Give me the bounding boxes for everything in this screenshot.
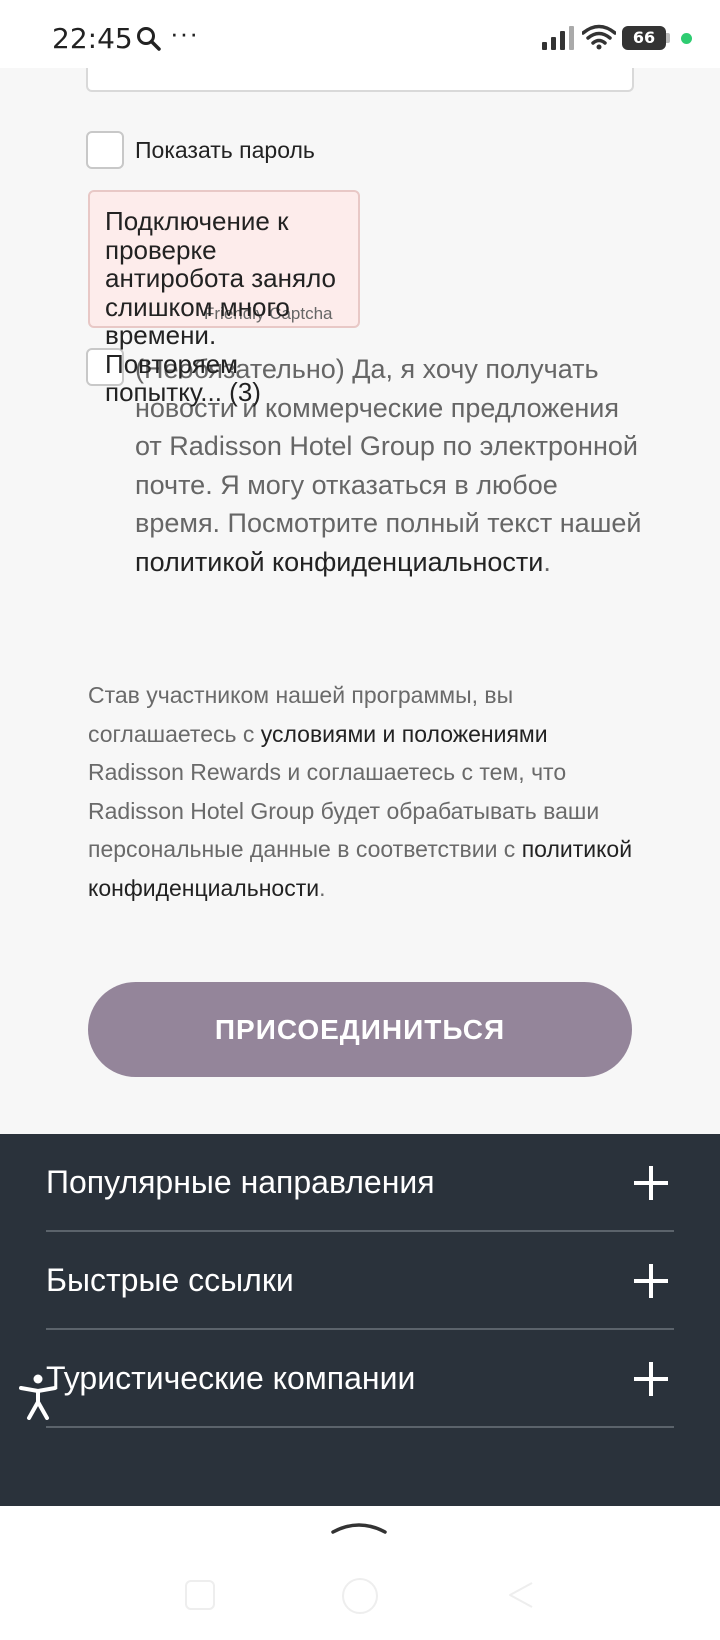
more-icon: ··· <box>170 18 199 48</box>
status-bar: 22:45 ··· 66 <box>0 0 720 68</box>
accessibility-icon[interactable] <box>18 1374 58 1420</box>
plus-icon[interactable] <box>634 1362 668 1396</box>
back-icon[interactable] <box>506 1580 536 1610</box>
search-icon <box>137 27 161 51</box>
footer-item-quick-links[interactable]: Быстрые ссылки <box>46 1232 674 1330</box>
terms-text: Став участником нашей программы, вы согл… <box>88 676 648 908</box>
footer-item-popular-destinations[interactable]: Популярные направления <box>46 1134 674 1232</box>
chevron-up-icon[interactable] <box>330 1516 388 1536</box>
battery-icon: 66 <box>622 26 670 50</box>
show-password-label: Показать пароль <box>135 137 315 163</box>
footer: Популярные направления Быстрые ссылки Ту… <box>0 1134 720 1506</box>
terms-conditions-link[interactable]: условиями и положениями <box>261 721 548 747</box>
terms-end: . <box>319 874 326 901</box>
status-time: 22:45 <box>52 22 133 55</box>
home-button[interactable] <box>342 1578 378 1614</box>
footer-item-label: Быстрые ссылки <box>46 1262 294 1298</box>
newsletter-end: . <box>543 546 551 577</box>
footer-item-label: Туристические компании <box>46 1360 416 1396</box>
signal-icon <box>542 26 574 50</box>
footer-item-travel-agencies[interactable]: Туристические компании <box>46 1330 674 1428</box>
footer-item-label: Популярные направления <box>46 1164 435 1200</box>
recent-apps-button[interactable] <box>185 1580 215 1610</box>
battery-level: 66 <box>622 26 666 50</box>
show-password-checkbox[interactable] <box>86 131 124 169</box>
green-dot-icon <box>681 33 692 44</box>
captcha-message: Подключение к проверке антиробота заняло… <box>105 206 336 407</box>
plus-icon[interactable] <box>634 1264 668 1298</box>
plus-icon[interactable] <box>634 1166 668 1200</box>
wifi-icon <box>582 24 616 50</box>
battery-tip <box>666 33 670 43</box>
join-button[interactable]: ПРИСОЕДИНИТЬСЯ <box>88 982 632 1077</box>
privacy-policy-link[interactable]: политикой конфиденциальности <box>135 547 543 577</box>
